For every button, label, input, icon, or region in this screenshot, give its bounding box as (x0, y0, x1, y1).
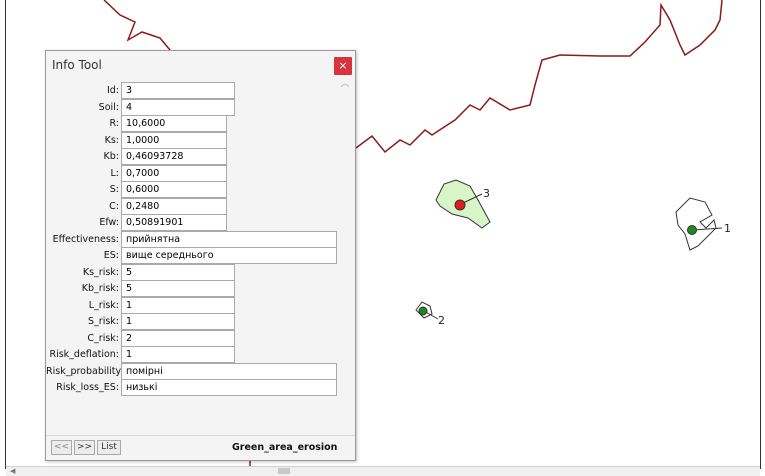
attribute-label: Risk_probability: (46, 365, 124, 377)
attribute-row: Ks: 1,0000 (46, 131, 346, 149)
attribute-label: Kb_risk: (81, 283, 119, 294)
attribute-label: L_risk: (88, 299, 119, 311)
info-tool-panel: Info Tool × ︿ ﹀ Id:3Soil:4R:10,6000Ks:1,… (45, 50, 356, 461)
attribute-row: S: 0,6000 (46, 181, 346, 198)
attribute-label: R: (109, 118, 119, 129)
attribute-value-field[interactable]: прийнятна (121, 230, 337, 248)
attribute-label: S: (109, 184, 119, 195)
attribute-row: R: 10,6000 (46, 115, 346, 132)
boundary-line (103, 0, 171, 51)
attribute-label: Kb: (103, 151, 119, 162)
attribute-value-field[interactable]: 0,6000 (121, 181, 227, 198)
attribute-row: Risk_loss_ES: низькі (46, 379, 346, 396)
attribute-value-field[interactable]: низькі (121, 379, 337, 396)
attribute-value-field[interactable]: 10,6000 (121, 115, 227, 132)
attribute-row: L_risk: 1 (46, 296, 346, 314)
attribute-value-field[interactable]: 5 (121, 280, 235, 297)
attribute-label: S_risk: (88, 316, 119, 327)
attribute-value-field[interactable]: 0,46093728 (121, 148, 227, 165)
attribute-value-field[interactable]: 0,7000 (121, 164, 227, 182)
boundary-line-main (355, 0, 723, 154)
attribute-label: C: (109, 200, 119, 212)
feature-1-polygon[interactable] (675, 197, 717, 251)
attribute-row: Ks_risk: 5 (46, 263, 346, 281)
attribute-value-field[interactable]: 1 (121, 296, 235, 314)
next-label: >> (76, 442, 93, 452)
attribute-value-field[interactable]: 1 (121, 346, 235, 363)
attribute-row: Id: 3 (46, 82, 346, 99)
scroll-thumb[interactable] (278, 468, 290, 474)
attribute-label: Id: (106, 85, 119, 96)
close-button[interactable]: × (334, 57, 352, 75)
attribute-value-field[interactable]: 2 (121, 329, 235, 347)
attribute-label: C_risk: (87, 332, 119, 344)
attribute-label: Risk_loss_ES: (56, 382, 119, 393)
attribute-label: Ks_risk: (82, 266, 119, 278)
attribute-value-field[interactable]: 1,0000 (121, 131, 227, 149)
next-record-button[interactable]: >> (74, 440, 95, 455)
feature-1-label: 1 (724, 222, 731, 235)
layer-name: Green_area_erosion (232, 442, 338, 453)
attribute-row: L: 0,7000 (46, 164, 346, 182)
feature-1-point[interactable] (687, 225, 697, 235)
list-label: List (101, 442, 117, 452)
attribute-row: Efw: 0,50891901 (46, 214, 346, 231)
attribute-row: ES: вище середнього (46, 247, 346, 264)
attribute-value-field[interactable]: 5 (121, 263, 235, 281)
attribute-value-field[interactable]: 0,50891901 (121, 214, 227, 231)
info-tool-footer: << >> List Green_area_erosion (46, 435, 355, 460)
attribute-row: C: 0,2480 (46, 197, 346, 215)
attribute-label: Ks: (104, 134, 119, 146)
attribute-label: Effectiveness: (52, 233, 119, 245)
attribute-value-field[interactable]: вище середнього (121, 247, 337, 264)
attribute-row: Effectiveness: прийнятна (46, 230, 346, 248)
attribute-label: Efw: (99, 217, 119, 228)
attribute-label: Soil: (98, 101, 119, 113)
close-icon: × (338, 59, 348, 72)
attribute-value-field[interactable]: 3 (121, 82, 235, 99)
feature-2-point[interactable] (418, 306, 428, 316)
attribute-row: S_risk: 1 (46, 313, 346, 330)
scroll-left-icon[interactable]: ◀ (10, 467, 15, 475)
attribute-value-field[interactable]: 4 (121, 98, 235, 116)
attribute-label: Risk_deflation: (49, 349, 119, 360)
attribute-label: ES: (103, 250, 119, 261)
attribute-row: Risk_deflation: 1 (46, 346, 346, 363)
attribute-row: Kb: 0,46093728 (46, 148, 346, 165)
feature-2-label: 2 (438, 314, 445, 327)
attribute-row: Soil: 4 (46, 98, 346, 116)
previous-record-button[interactable]: << (51, 440, 72, 455)
attribute-row: Kb_risk: 5 (46, 280, 346, 297)
attribute-value-field[interactable]: 1 (121, 313, 235, 330)
attribute-label: L: (110, 167, 120, 179)
info-tool-title: Info Tool (52, 58, 102, 72)
previous-label: << (53, 442, 70, 452)
feature-3-point[interactable] (454, 199, 466, 211)
attribute-row: C_risk: 2 (46, 329, 346, 347)
attribute-value-field[interactable]: 0,2480 (121, 197, 227, 215)
feature-3-label: 3 (483, 187, 490, 200)
attribute-row: Risk_probability: помірні (46, 362, 346, 380)
attribute-value-field[interactable]: помірні (121, 362, 337, 380)
list-button[interactable]: List (97, 440, 121, 455)
